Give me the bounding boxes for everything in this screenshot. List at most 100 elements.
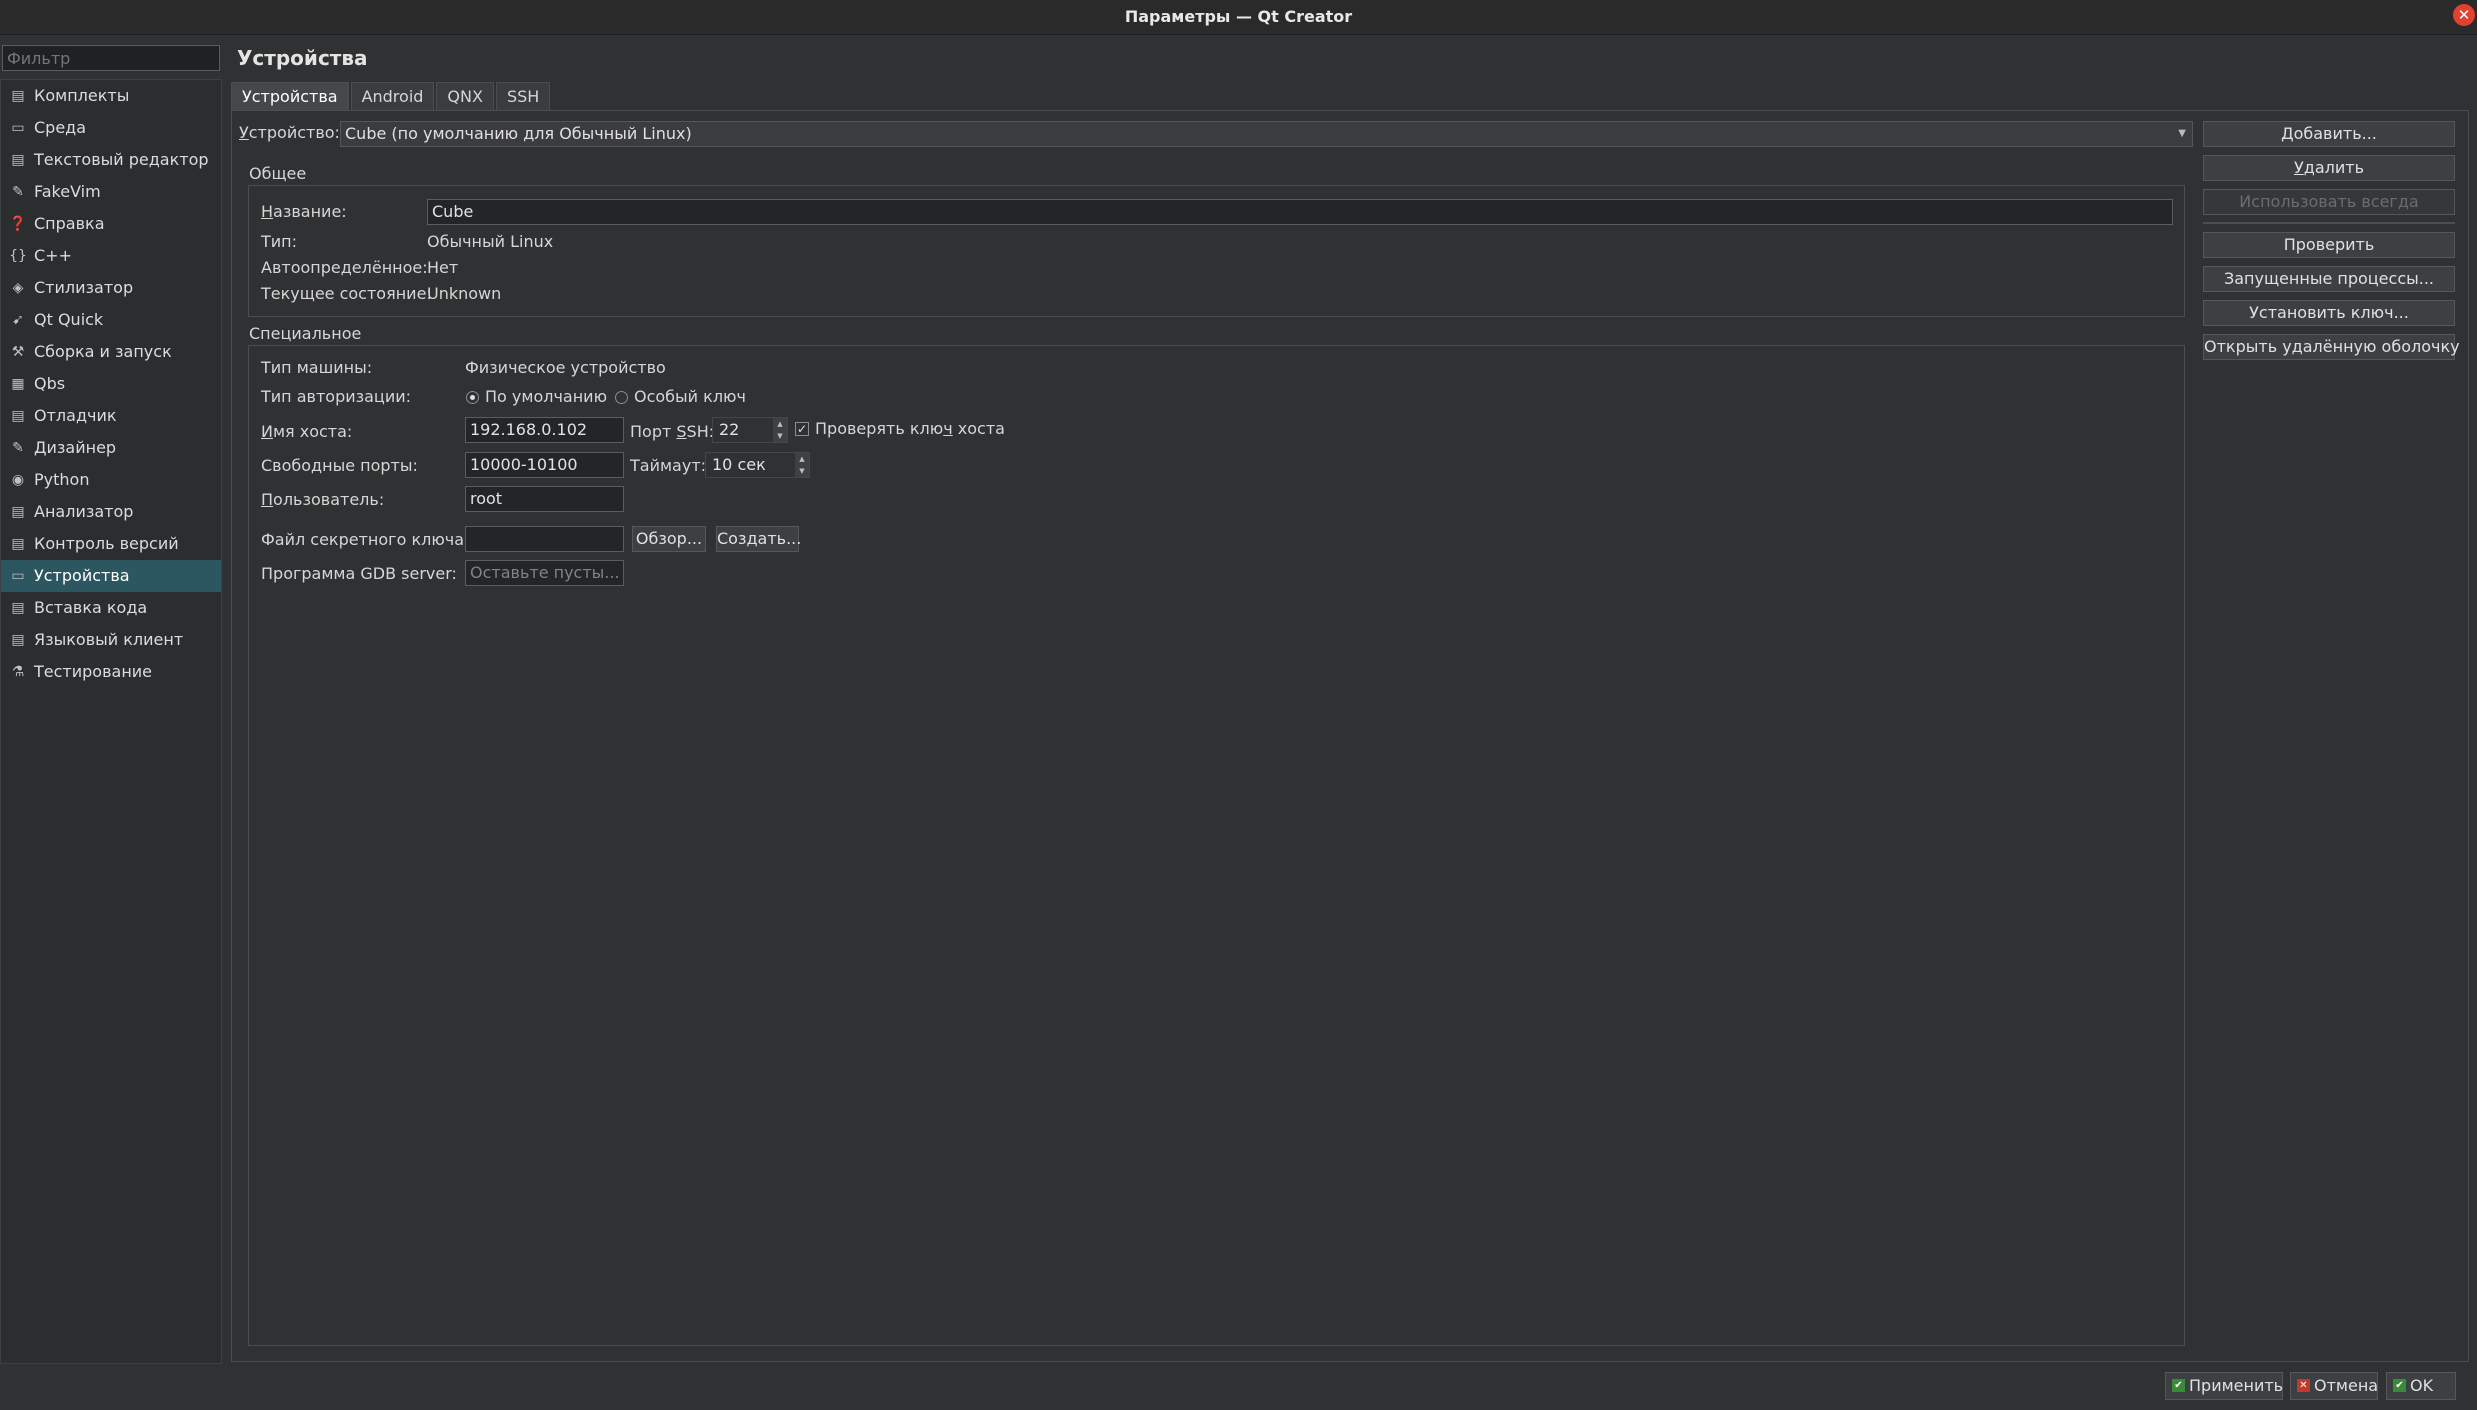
- sidebar-item-label: Комплекты: [34, 86, 130, 105]
- auth-default-radio[interactable]: [466, 391, 479, 404]
- device-combobox[interactable]: Cube (по умолчанию для Обычный Linux) ▼: [340, 121, 2193, 147]
- state-value: Unknown: [427, 284, 502, 303]
- cancel-label: Отмена: [2314, 1376, 2379, 1395]
- sidebar-item[interactable]: ✎ Дизайнер: [1, 432, 221, 464]
- filter-input[interactable]: [2, 45, 220, 71]
- use-always-button[interactable]: Использовать всегда: [2203, 189, 2455, 215]
- settings-category-list: ▤ Комплекты ▭ Среда ▤ Текстовый редактор ✎ Fake…: [0, 79, 222, 1364]
- sidebar-item-label: Отладчик: [34, 406, 117, 425]
- remove-device-button[interactable]: Удалить: [2203, 155, 2455, 181]
- sidebar-item-label: Python: [34, 470, 90, 489]
- window-title: Параметры — Qt Creator: [1124, 7, 1353, 26]
- sidebar-item-label: Контроль версий: [34, 534, 179, 553]
- auth-default-label[interactable]: По умолчанию: [485, 387, 607, 406]
- autodetected-label: Автоопределённое:: [261, 258, 428, 277]
- sidebar-item-label: Устройства: [34, 566, 130, 585]
- name-field[interactable]: Cube: [427, 199, 2173, 225]
- sidebar-item[interactable]: ▤ Текстовый редактор: [1, 144, 221, 176]
- sidebar-item[interactable]: ▤ Анализатор: [1, 496, 221, 528]
- sidebar-item-label: Дизайнер: [34, 438, 117, 457]
- auth-key-label[interactable]: Особый ключ: [634, 387, 746, 406]
- tab-bar: Устройства Android QNX SSH: [231, 82, 552, 111]
- check-host-key-label[interactable]: Проверять ключ хоста: [815, 419, 1005, 438]
- actions-separator: [2203, 222, 2455, 224]
- sidebar-item[interactable]: ▤ Отладчик: [1, 400, 221, 432]
- sidebar-item[interactable]: ❓ Справка: [1, 208, 221, 240]
- ok-button[interactable]: ✔ OK: [2386, 1372, 2456, 1400]
- tab-devices[interactable]: Устройства: [231, 82, 349, 111]
- sidebar-item[interactable]: ◉ Python: [1, 464, 221, 496]
- gdb-server-field[interactable]: Оставьте пусты...: [465, 560, 624, 586]
- window-titlebar: Параметры — Qt Creator ✕: [0, 0, 2477, 35]
- sidebar-item[interactable]: ⚒ Сборка и запуск: [1, 336, 221, 368]
- host-field[interactable]: 192.168.0.102: [465, 417, 624, 443]
- tab-ssh[interactable]: SSH: [495, 82, 551, 111]
- sidebar-item[interactable]: ➹ Qt Quick: [1, 304, 221, 336]
- free-ports-field[interactable]: 10000-10100: [465, 452, 624, 478]
- check-icon: ✔: [2393, 1379, 2406, 1392]
- qbs-icon: ▦: [11, 376, 25, 392]
- tab-qnx[interactable]: QNX: [436, 82, 494, 111]
- sidebar-item[interactable]: ⚗ Тестирование: [1, 656, 221, 688]
- timeout-label: Таймаут:: [630, 456, 707, 475]
- auth-key-radio[interactable]: [615, 391, 628, 404]
- specific-group-title: Специальное: [249, 324, 362, 343]
- sidebar-item[interactable]: ▤ Комплекты: [1, 80, 221, 112]
- gdb-server-label: Программа GDB server:: [261, 564, 457, 583]
- code-paste-icon: ▤: [11, 600, 25, 616]
- x-icon: ✕: [2297, 1379, 2310, 1392]
- user-field[interactable]: root: [465, 486, 624, 512]
- sidebar-item[interactable]: ▭ Устройства: [1, 560, 221, 592]
- help-icon: ❓: [9, 216, 27, 232]
- host-label: Имя хоста:: [261, 422, 353, 441]
- ssh-port-spinbox[interactable]: 22 ▲ ▼: [712, 417, 788, 443]
- sidebar-item[interactable]: ▤ Языковый клиент: [1, 624, 221, 656]
- timeout-value: 10 сек: [712, 455, 766, 474]
- sidebar-item-label: Сборка и запуск: [34, 342, 172, 361]
- key-file-field[interactable]: [465, 526, 624, 552]
- sidebar-item[interactable]: {} C++: [1, 240, 221, 272]
- autodetected-value: Нет: [427, 258, 459, 277]
- cancel-button[interactable]: ✕ Отмена: [2290, 1372, 2378, 1400]
- devices-icon: ▭: [11, 568, 25, 584]
- sidebar-item[interactable]: ▭ Среда: [1, 112, 221, 144]
- sidebar-item[interactable]: ▤ Вставка кода: [1, 592, 221, 624]
- browse-button[interactable]: Обзор...: [632, 526, 706, 552]
- hammer-icon: ⚒: [11, 344, 25, 360]
- sidebar-item-label: Стилизатор: [34, 278, 134, 297]
- machine-type-label: Тип машины:: [261, 358, 373, 377]
- sidebar-item[interactable]: ▤ Контроль версий: [1, 528, 221, 560]
- install-key-button[interactable]: Установить ключ...: [2203, 300, 2455, 326]
- tab-android[interactable]: Android: [350, 82, 435, 111]
- ssh-port-value: 22: [719, 420, 740, 439]
- spin-arrows-icon[interactable]: ▲ ▼: [773, 418, 787, 442]
- sidebar-item-label: Текстовый редактор: [34, 150, 209, 169]
- apply-label: Применить: [2189, 1376, 2284, 1395]
- check-host-key-checkbox[interactable]: ✓: [795, 422, 809, 436]
- check-icon: ✔: [2172, 1379, 2185, 1392]
- sidebar-item-label: Анализатор: [34, 502, 134, 521]
- sidebar-item-label: Qbs: [34, 374, 66, 393]
- text-editor-icon: ▤: [11, 152, 25, 168]
- test-device-button[interactable]: Проверить: [2203, 232, 2455, 258]
- sidebar-item[interactable]: ✎ FakeVim: [1, 176, 221, 208]
- sidebar-item-label: FakeVim: [34, 182, 101, 201]
- key-file-label: Файл секретного ключа:: [261, 530, 470, 549]
- sidebar-item-label: Тестирование: [34, 662, 153, 681]
- close-icon[interactable]: ✕: [2453, 4, 2475, 26]
- auth-type-label: Тип авторизации:: [261, 387, 412, 406]
- analyzer-icon: ▤: [11, 504, 25, 520]
- running-processes-button[interactable]: Запущенные процессы...: [2203, 266, 2455, 292]
- apply-button[interactable]: ✔ Применить: [2165, 1372, 2283, 1400]
- fakevim-icon: ✎: [12, 184, 24, 200]
- machine-type-value: Физическое устройство: [465, 358, 666, 377]
- ok-label: OK: [2410, 1376, 2434, 1395]
- sidebar-item[interactable]: ◈ Стилизатор: [1, 272, 221, 304]
- device-combobox-value: Cube (по умолчанию для Обычный Linux): [345, 124, 692, 143]
- spin-arrows-icon[interactable]: ▲ ▼: [795, 453, 809, 477]
- open-remote-shell-button[interactable]: Открыть удалённую оболочку: [2203, 334, 2460, 360]
- timeout-spinbox[interactable]: 10 сек ▲ ▼: [705, 452, 810, 478]
- sidebar-item[interactable]: ▦ Qbs: [1, 368, 221, 400]
- create-key-button[interactable]: Создать...: [716, 526, 801, 552]
- add-device-button[interactable]: Добавить...: [2203, 121, 2455, 147]
